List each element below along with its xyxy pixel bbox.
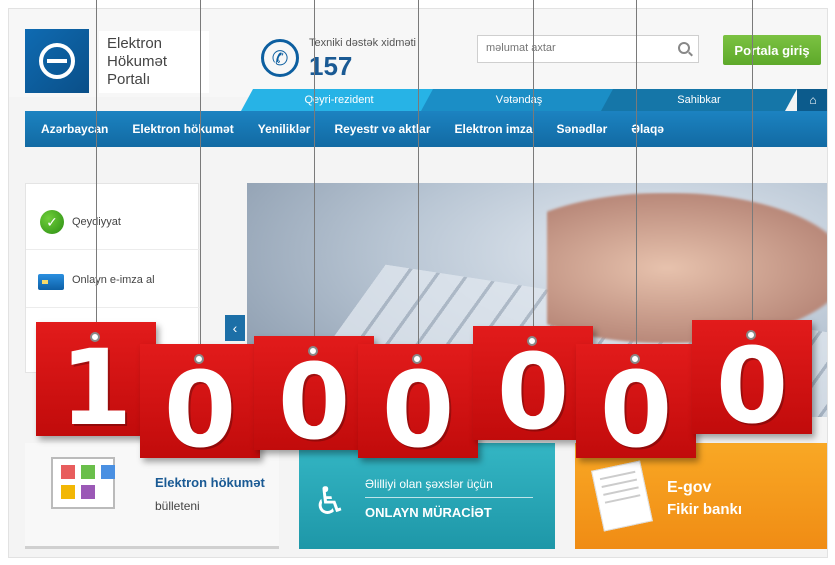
phone-icon: ✆ (261, 39, 299, 77)
search-input[interactable] (486, 42, 666, 54)
counter-digit: 0 (473, 326, 593, 444)
tab-entrepreneur[interactable]: Sahibkar (601, 89, 797, 111)
divider (365, 497, 533, 498)
counter-digit: 0 (254, 336, 374, 454)
logo-line-2: Hökumət (107, 53, 168, 70)
tab-non-resident[interactable]: Qeyri-rezident (241, 89, 437, 111)
counter-digit: 0 (358, 344, 478, 462)
egov-card-title: E-gov (667, 479, 712, 496)
nav-item-documents[interactable]: Sənədlər (545, 122, 620, 136)
support-label: Texniki dəstək xidməti (309, 37, 416, 49)
disability-card-title: Əlilliyi olan şəxslər üçün (365, 477, 493, 491)
counter-digit: 1 (36, 322, 156, 440)
hanging-string (418, 0, 419, 350)
hanging-string (200, 0, 201, 350)
check-icon: ✓ (40, 210, 64, 234)
wheelchair-icon: ♿ (313, 481, 348, 523)
portal-logo-text[interactable]: Elektron Hökumət Portalı (99, 31, 209, 93)
nav-item-contact[interactable]: Əlaqə (619, 122, 676, 136)
portal-login-button[interactable]: Portala giriş (723, 35, 821, 65)
logo-line-1: Elektron (107, 35, 163, 52)
nav-item-registry[interactable]: Reyestr və aktlar (322, 122, 442, 136)
audience-tabs: Qeyri-rezident Vətəndaş Sahibkar ⌂ (241, 89, 827, 111)
nav-item-azerbaijan[interactable]: Azərbaycan (25, 122, 120, 136)
hanging-string (533, 0, 534, 332)
tab-citizen[interactable]: Vətəndaş (421, 89, 617, 111)
notepad-icon (591, 460, 653, 532)
search-icon[interactable] (678, 42, 690, 54)
portal-logo-icon[interactable] (25, 29, 89, 93)
counter-digit: 0 (140, 344, 260, 462)
hanging-string (96, 0, 97, 328)
board-icon (51, 457, 115, 509)
disability-card-subtitle: ONLAYN MÜRACİƏT (365, 505, 492, 520)
counter-digit: 0 (692, 320, 812, 438)
bulletin-card-subtitle: bülleteni (155, 499, 200, 513)
card-icon (38, 274, 64, 290)
nav-item-news[interactable]: Yeniliklər (246, 122, 323, 136)
bulletin-card[interactable]: Elektron hökumət bülleteni (25, 443, 279, 549)
sidebar-item-registration[interactable]: ✓ Qeydiyyat (26, 194, 200, 250)
hanging-string (314, 0, 315, 342)
main-nav: Azərbaycan Elektron hökumət Yeniliklər R… (25, 111, 827, 147)
nav-item-e-signature[interactable]: Elektron imza (443, 122, 545, 136)
search-box (477, 35, 699, 63)
hanging-string (752, 0, 753, 326)
home-icon[interactable]: ⌂ (797, 89, 827, 111)
logo-line-3: Portalı (107, 71, 151, 88)
sidebar-item-e-signature[interactable]: Onlayn e-imza al (26, 252, 200, 308)
sidebar-item-label: Onlayn e-imza al (72, 274, 155, 286)
egov-card-subtitle: Fikir bankı (667, 501, 743, 518)
support-number: 157 (309, 51, 353, 81)
bulletin-card-title: Elektron hökumət (155, 475, 265, 490)
hanging-string (636, 0, 637, 350)
nav-item-e-government[interactable]: Elektron hökumət (120, 122, 245, 136)
counter-digit: 0 (576, 344, 696, 462)
banner-prev-arrow-icon[interactable]: ‹ (225, 315, 245, 341)
